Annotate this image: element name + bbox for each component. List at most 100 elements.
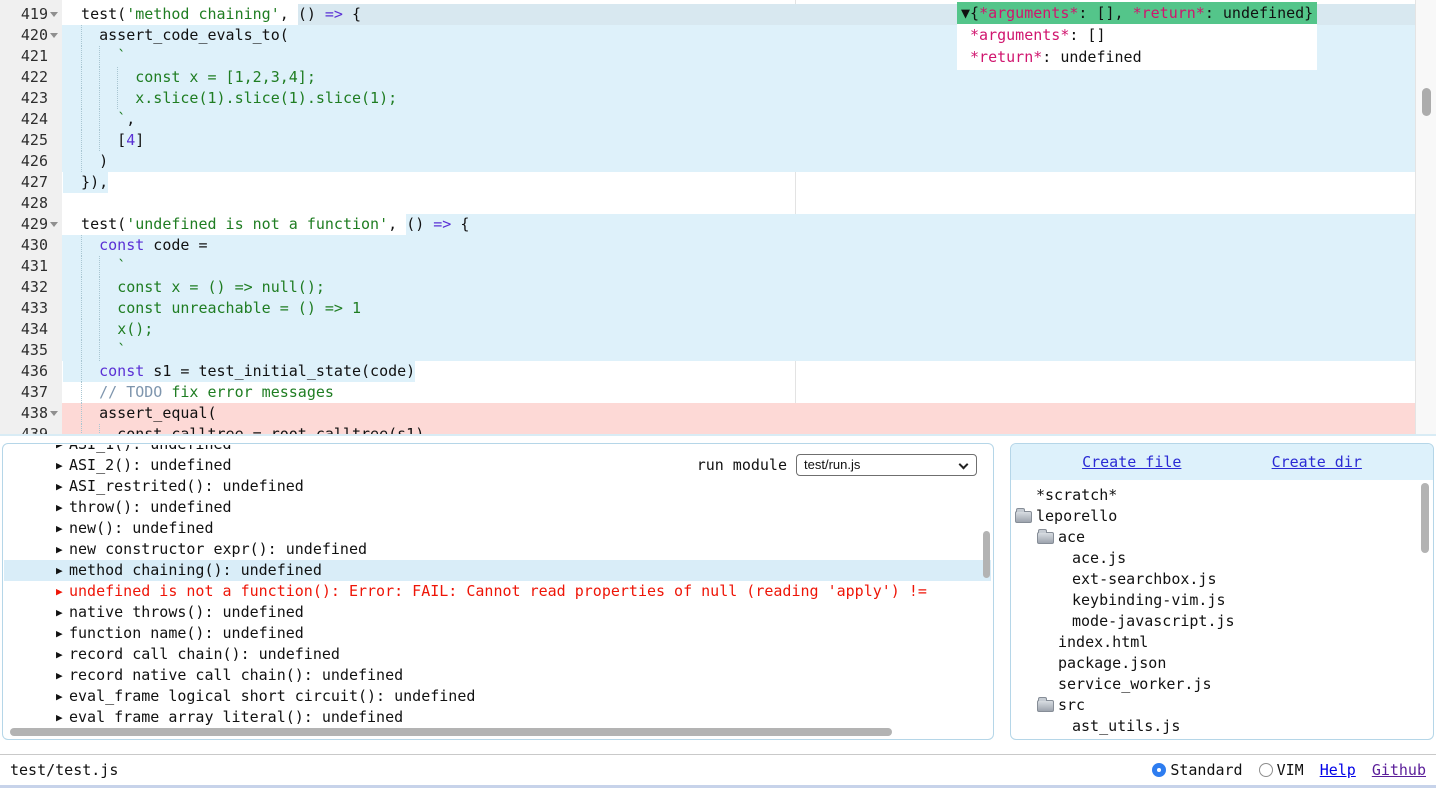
value-explorer-row[interactable]: *return*: undefined: [957, 46, 1317, 68]
line-number[interactable]: 438: [21, 403, 48, 424]
expand-triangle-icon[interactable]: ▶: [56, 686, 69, 707]
test-result-item[interactable]: ▶record native call chain(): undefined: [4, 665, 991, 686]
editor-line[interactable]: 437 // TODO fix error messages: [0, 382, 1415, 403]
code-line-content[interactable]: `: [62, 340, 1415, 361]
gutter-cell[interactable]: 433: [0, 298, 62, 319]
run-module-select[interactable]: test/run.js: [796, 454, 977, 476]
code-line-content[interactable]: assert_equal(: [62, 403, 1415, 424]
code-line-content[interactable]: const s1 = test_initial_state(code): [62, 361, 1415, 382]
code-line-content[interactable]: x();: [62, 319, 1415, 340]
tree-item-file[interactable]: service_worker.js: [1012, 674, 1419, 695]
code-line-content[interactable]: // TODO fix error messages: [62, 382, 1415, 403]
line-number[interactable]: 427: [21, 172, 48, 193]
editor-line[interactable]: 434 x();: [0, 319, 1415, 340]
line-number[interactable]: 437: [21, 382, 48, 403]
expand-triangle-icon[interactable]: ▶: [56, 644, 69, 665]
line-number[interactable]: 429: [21, 214, 48, 235]
line-number[interactable]: 423: [21, 88, 48, 109]
gutter-cell[interactable]: 419: [0, 4, 62, 25]
radio-selected-icon[interactable]: [1152, 763, 1166, 777]
editor-line[interactable]: 422 const x = [1,2,3,4];: [0, 67, 1415, 88]
editor-line[interactable]: 430 const code =: [0, 235, 1415, 256]
tree-item-file[interactable]: keybinding-vim.js: [1012, 590, 1419, 611]
gutter-cell[interactable]: 420: [0, 25, 62, 46]
gutter-cell[interactable]: 427: [0, 172, 62, 193]
code-line-content[interactable]: `,: [62, 109, 1415, 130]
file-tree-scrollbar-thumb[interactable]: [1421, 483, 1429, 553]
fold-arrow-icon[interactable]: [48, 214, 62, 235]
tree-item-file[interactable]: ast_utils.js: [1012, 716, 1419, 737]
expand-triangle-icon[interactable]: ▶: [56, 602, 69, 623]
gutter-cell[interactable]: 421: [0, 46, 62, 67]
editor-vertical-scrollbar[interactable]: [1415, 0, 1436, 436]
fold-arrow-icon[interactable]: [48, 403, 62, 424]
expand-triangle-icon[interactable]: ▶: [56, 707, 69, 725]
gutter-cell[interactable]: 432: [0, 277, 62, 298]
code-line-content[interactable]: }),: [62, 172, 1415, 193]
tree-item-folder[interactable]: ace: [1012, 527, 1419, 548]
scrollbar-thumb[interactable]: [1422, 88, 1431, 116]
editor-line[interactable]: 431 `: [0, 256, 1415, 277]
editor-line[interactable]: 438 assert_equal(: [0, 403, 1415, 424]
scrollbar-thumb[interactable]: [10, 728, 892, 736]
keybinding-vim-option[interactable]: VIM: [1259, 760, 1304, 781]
line-number[interactable]: 424: [21, 109, 48, 130]
line-number[interactable]: 422: [21, 67, 48, 88]
line-number[interactable]: 433: [21, 298, 48, 319]
gutter-cell[interactable]: 428: [0, 193, 62, 214]
tree-item-file[interactable]: ext-searchbox.js: [1012, 569, 1419, 590]
tree-item-folder[interactable]: src: [1012, 695, 1419, 716]
line-number[interactable]: 419: [21, 4, 48, 25]
gutter-cell[interactable]: 434: [0, 319, 62, 340]
code-line-content[interactable]: const calltree = root_calltree(s1): [62, 424, 1415, 436]
editor-line[interactable]: 425 [4]: [0, 130, 1415, 151]
fold-arrow-icon[interactable]: [48, 25, 62, 46]
editor-line[interactable]: 426 ): [0, 151, 1415, 172]
gutter-cell[interactable]: 425: [0, 130, 62, 151]
gutter-cell[interactable]: 439: [0, 424, 62, 436]
console-vertical-scrollbar-thumb[interactable]: [983, 531, 990, 578]
tree-item-file[interactable]: package.json: [1012, 653, 1419, 674]
help-link[interactable]: Help: [1320, 760, 1356, 781]
editor-line[interactable]: 424 `,: [0, 109, 1415, 130]
line-number[interactable]: 435: [21, 340, 48, 361]
tree-item-file[interactable]: ace.js: [1012, 548, 1419, 569]
expand-triangle-icon[interactable]: ▶: [56, 476, 69, 497]
line-number[interactable]: 428: [21, 193, 48, 214]
code-line-content[interactable]: `: [62, 256, 1415, 277]
test-result-item[interactable]: ▶method chaining(): undefined: [4, 560, 991, 581]
expand-triangle-icon[interactable]: ▶: [56, 560, 69, 581]
expand-triangle-icon[interactable]: ▶: [56, 455, 69, 476]
tree-item-folder[interactable]: leporello: [1012, 506, 1419, 527]
value-explorer-header[interactable]: ▼{*arguments*: [], *return*: undefined}: [957, 2, 1317, 24]
fold-arrow-icon[interactable]: [48, 4, 62, 25]
gutter-cell[interactable]: 438: [0, 403, 62, 424]
code-line-content[interactable]: const unreachable = () => 1: [62, 298, 1415, 319]
tree-item-file[interactable]: mode-javascript.js: [1012, 611, 1419, 632]
test-result-item[interactable]: ▶ASI_restrited(): undefined: [4, 476, 991, 497]
code-line-content[interactable]: const code =: [62, 235, 1415, 256]
test-result-item[interactable]: ▶throw(): undefined: [4, 497, 991, 518]
gutter-cell[interactable]: 431: [0, 256, 62, 277]
line-number[interactable]: 430: [21, 235, 48, 256]
code-line-content[interactable]: x.slice(1).slice(1).slice(1);: [62, 88, 1415, 109]
line-number[interactable]: 439: [21, 424, 48, 436]
test-result-item[interactable]: ▶new constructor expr(): undefined: [4, 539, 991, 560]
gutter-cell[interactable]: 424: [0, 109, 62, 130]
code-line-content[interactable]: const x = [1,2,3,4];: [62, 67, 1415, 88]
create-file-link[interactable]: Create file: [1082, 452, 1181, 473]
radio-unselected-icon[interactable]: [1259, 763, 1273, 777]
gutter-cell[interactable]: 436: [0, 361, 62, 382]
code-line-content[interactable]: test('undefined is not a function', () =…: [62, 214, 1415, 235]
line-number[interactable]: 436: [21, 361, 48, 382]
keybinding-standard-option[interactable]: Standard: [1152, 760, 1242, 781]
editor-line[interactable]: 436 const s1 = test_initial_state(code): [0, 361, 1415, 382]
test-result-item-failed[interactable]: ▶undefined is not a function(): Error: F…: [4, 581, 991, 602]
tree-item-file[interactable]: index.html: [1012, 632, 1419, 653]
line-number[interactable]: 420: [21, 25, 48, 46]
editor-line[interactable]: 427 }),: [0, 172, 1415, 193]
github-link[interactable]: Github: [1372, 760, 1426, 781]
gutter-cell[interactable]: 422: [0, 67, 62, 88]
editor-line[interactable]: 439 const calltree = root_calltree(s1): [0, 424, 1415, 436]
editor-line[interactable]: 428: [0, 193, 1415, 214]
